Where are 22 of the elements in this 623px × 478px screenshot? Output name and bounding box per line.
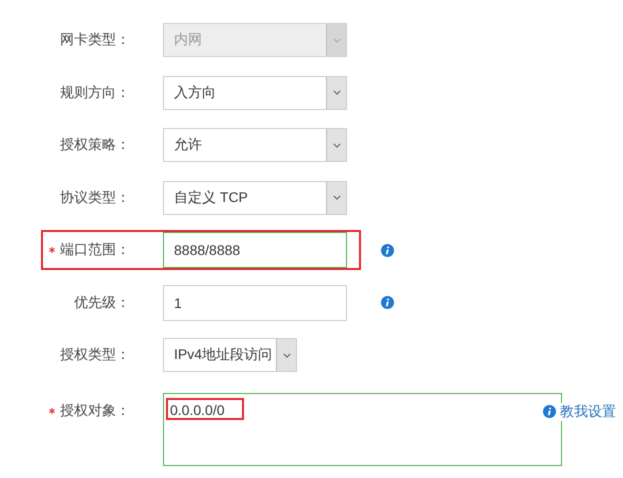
dropdown[interactable]: 允许	[163, 128, 347, 162]
field-label: 优先级：	[74, 294, 130, 312]
field-label: 网卡类型：	[60, 31, 130, 49]
chevron-down-icon[interactable]	[282, 352, 290, 358]
info-icon[interactable]	[381, 296, 394, 309]
info-icon[interactable]	[381, 244, 394, 256]
dropdown[interactable]: IPv4地址段访问	[163, 338, 297, 372]
field-label: 授权类型：	[60, 346, 130, 364]
info-icon[interactable]	[543, 405, 556, 418]
field-label: 授权对象：	[60, 402, 130, 420]
chevron-down-icon[interactable]	[332, 90, 340, 95]
chevron-down-icon[interactable]	[332, 195, 340, 200]
chevron-down-icon[interactable]	[332, 142, 340, 148]
field-label: 规则方向：	[60, 84, 130, 102]
input-field[interactable]: 1	[163, 284, 347, 320]
field-label: 协议类型：	[60, 188, 130, 206]
dropdown[interactable]: 自定义 TCP	[163, 180, 347, 214]
input-field[interactable]: 8888/8888	[163, 232, 347, 268]
text-value: 0.0.0.0/0	[170, 402, 224, 418]
dropdown[interactable]: 入方向	[163, 76, 347, 110]
field-label: 授权策略：	[60, 136, 130, 154]
field-label: 端口范围：	[60, 241, 130, 259]
